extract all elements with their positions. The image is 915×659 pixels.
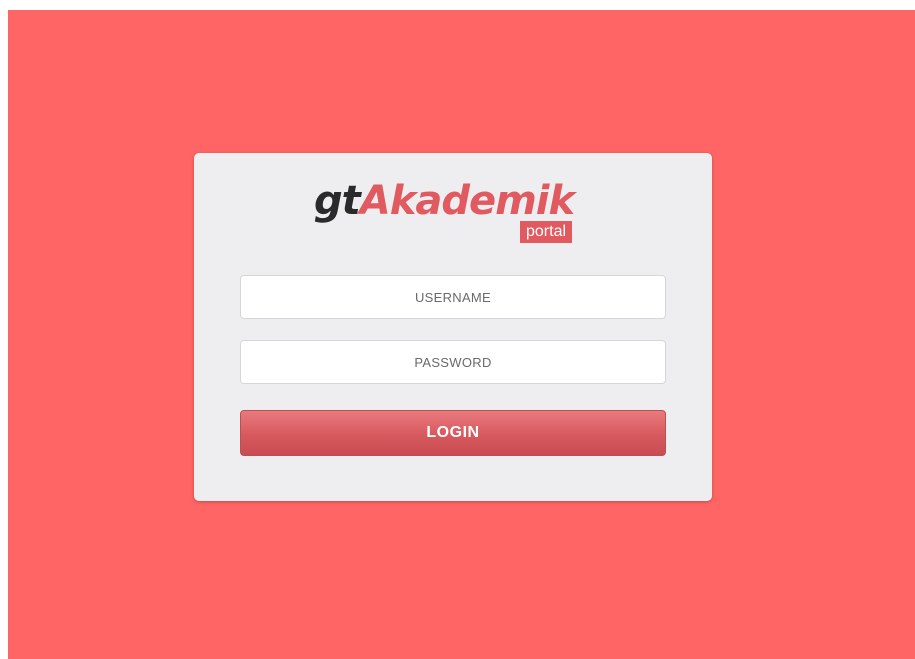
- page-background: gtAkademik portal LOGIN: [8, 10, 915, 659]
- username-input[interactable]: [241, 276, 665, 318]
- password-input[interactable]: [241, 341, 665, 383]
- login-card: gtAkademik portal LOGIN: [194, 153, 712, 501]
- login-button[interactable]: LOGIN: [240, 410, 666, 456]
- logo-name: Akademik: [359, 178, 575, 224]
- logo-wordmark: gtAkademik: [314, 177, 575, 225]
- brand-logo: gtAkademik portal: [194, 177, 712, 249]
- logo-portal-badge: portal: [520, 221, 573, 243]
- password-field-wrapper: [240, 340, 666, 384]
- username-field-wrapper: [240, 275, 666, 319]
- logo-prefix: gt: [314, 178, 361, 224]
